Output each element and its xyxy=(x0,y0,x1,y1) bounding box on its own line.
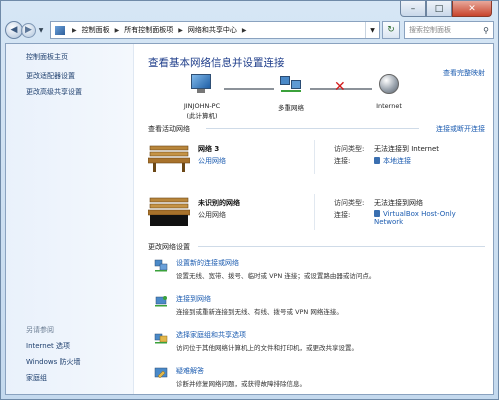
network-label: 多重网络 xyxy=(278,104,304,112)
search-icon[interactable]: ⚲ xyxy=(483,26,489,35)
search-placeholder: 搜索控制面板 xyxy=(409,26,451,34)
see-also-header: 另请参阅 xyxy=(26,326,54,334)
internet-label: Internet xyxy=(376,102,402,110)
refresh-icon[interactable]: ↻ xyxy=(382,21,400,39)
network-icon xyxy=(278,74,304,94)
address-dropdown-icon[interactable]: ▼ xyxy=(365,22,379,38)
task-title[interactable]: 选择家庭组和共享选项 xyxy=(176,330,246,340)
disconnected-x-icon: ✕ xyxy=(334,79,346,95)
connection-label: 连接: xyxy=(334,211,351,219)
access-type-value: 无法连接到网络 xyxy=(374,199,423,207)
task-description: 连接到或重新连接到无线、有线、拨号或 VPN 网络连接。 xyxy=(176,308,343,316)
task-description: 诊断并修复网络问题，或获得故障排除信息。 xyxy=(176,380,306,388)
computer-name: JINJOHN-PC xyxy=(183,102,221,110)
column-divider xyxy=(314,194,315,230)
virtualbox-connection-link[interactable]: VirtualBox Host-Only Network xyxy=(374,210,456,226)
homegroup-icon xyxy=(154,333,168,344)
sidebar-item-adapter-settings[interactable]: 更改适配器设置 xyxy=(26,71,75,81)
access-type-value: 无法连接到 Internet xyxy=(374,145,440,153)
divider xyxy=(206,128,419,129)
connect-disconnect-link[interactable]: 连接或断开连接 xyxy=(436,124,485,134)
network-entry-2: 未识别的网络 公用网络 访问类型: 无法连接到网络 连接: VirtualBox… xyxy=(148,194,488,238)
public-network-bench-icon xyxy=(148,145,190,172)
control-panel-icon xyxy=(55,25,65,35)
sidebar-item-advanced-sharing[interactable]: 更改高级共享设置 xyxy=(26,87,82,97)
explorer-window: – □ ✕ ◀ ▶ ▼ ▶ 控制面板 ▶ 所有控制面板项 ▶ 网络和共享中心 ▶… xyxy=(0,0,499,400)
recent-pages-dropdown[interactable]: ▼ xyxy=(36,27,46,34)
new-connection-icon xyxy=(154,259,168,272)
task-title[interactable]: 设置新的连接或网络 xyxy=(176,258,239,268)
sidebar-item-windows-firewall[interactable]: Windows 防火墙 xyxy=(26,357,80,367)
access-type-label: 访问类型: xyxy=(334,199,365,207)
column-divider xyxy=(314,140,315,174)
network-type-link[interactable]: 公用网络 xyxy=(198,156,226,166)
search-input[interactable]: 搜索控制面板 ⚲ xyxy=(404,21,494,39)
main-panel: 查看基本网络信息并设置连接 查看完整映射 JINJOHN-PC (此计算机) 多… xyxy=(134,44,493,394)
sidebar: 控制面板主页 更改适配器设置 更改高级共享设置 另请参阅 Internet 选项… xyxy=(6,44,134,394)
sidebar-item-home[interactable]: 控制面板主页 xyxy=(26,52,68,62)
network-name: 未识别的网络 xyxy=(198,199,240,207)
active-networks-header: 查看活动网络 xyxy=(148,125,190,133)
breadcrumb-network-center[interactable]: 网络和共享中心 xyxy=(188,25,237,35)
computer-icon xyxy=(189,74,215,94)
network-adapter-icon xyxy=(374,157,380,164)
connection-value: VirtualBox Host-Only xyxy=(383,210,456,218)
minimize-button[interactable]: – xyxy=(400,1,426,17)
chevron-right-icon[interactable]: ▶ xyxy=(72,27,77,34)
task-description: 设置无线、宽带、拨号、临时或 VPN 连接；或设置路由器或访问点。 xyxy=(176,272,376,280)
public-network-bench-icon xyxy=(148,197,190,226)
task-description: 访问位于其他网络计算机上的文件和打印机，或更改共享设置。 xyxy=(176,344,358,352)
sidebar-item-homegroup[interactable]: 家庭组 xyxy=(26,373,47,383)
network-map: JINJOHN-PC (此计算机) 多重网络 ✕ Internet xyxy=(158,70,418,130)
change-settings-header: 更改网络设置 xyxy=(148,243,190,251)
network-name: 网络 3 xyxy=(198,145,220,153)
troubleshoot-icon xyxy=(154,367,168,379)
task-title[interactable]: 连接到网络 xyxy=(176,294,211,304)
window-controls: – □ ✕ xyxy=(400,1,492,17)
connection-value-cont: Network xyxy=(374,218,404,226)
chevron-right-icon[interactable]: ▶ xyxy=(115,27,120,34)
view-full-map-link[interactable]: 查看完整映射 xyxy=(443,68,485,78)
chevron-right-icon[interactable]: ▶ xyxy=(178,27,183,34)
access-type-label: 访问类型: xyxy=(334,145,365,153)
map-node-network[interactable]: 多重网络 xyxy=(266,74,316,112)
map-node-computer[interactable]: JINJOHN-PC (此计算机) xyxy=(172,74,232,120)
address-bar[interactable]: ▶ 控制面板 ▶ 所有控制面板项 ▶ 网络和共享中心 ▶ ▼ xyxy=(50,21,380,39)
sidebar-item-internet-options[interactable]: Internet 选项 xyxy=(26,341,70,351)
network-entry-1: 网络 3 公用网络 访问类型: 无法连接到 Internet 连接: 本地连接 xyxy=(148,140,488,184)
forward-arrow-icon[interactable]: ▶ xyxy=(21,22,36,38)
connection-label: 连接: xyxy=(334,157,351,165)
maximize-button[interactable]: □ xyxy=(426,1,452,17)
network-type-text: 公用网络 xyxy=(198,211,226,219)
navigation-bar: ◀ ▶ ▼ ▶ 控制面板 ▶ 所有控制面板项 ▶ 网络和共享中心 ▶ ▼ ↻ 搜… xyxy=(5,19,494,41)
task-title[interactable]: 疑难解答 xyxy=(176,366,204,376)
map-node-internet[interactable]: Internet xyxy=(364,74,414,110)
connect-network-icon xyxy=(155,296,167,307)
divider xyxy=(198,246,485,247)
breadcrumb-control-panel[interactable]: 控制面板 xyxy=(82,25,110,35)
page-title: 查看基本网络信息并设置连接 xyxy=(148,57,285,69)
chevron-right-icon[interactable]: ▶ xyxy=(242,27,247,34)
breadcrumb-all-items[interactable]: 所有控制面板项 xyxy=(124,25,173,35)
globe-icon xyxy=(379,74,399,94)
local-connection-link[interactable]: 本地连接 xyxy=(374,156,411,166)
computer-sub: (此计算机) xyxy=(186,112,218,120)
close-button[interactable]: ✕ xyxy=(452,1,492,17)
connection-value: 本地连接 xyxy=(383,157,411,165)
content-area: 控制面板主页 更改适配器设置 更改高级共享设置 另请参阅 Internet 选项… xyxy=(5,43,494,395)
network-adapter-icon xyxy=(374,210,380,217)
